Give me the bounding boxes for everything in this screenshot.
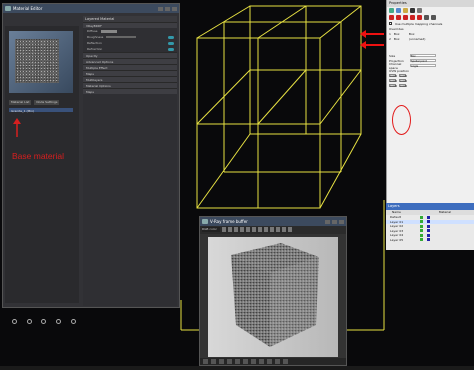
rendered-cube <box>231 243 319 347</box>
tab-material-list[interactable]: Material List <box>9 100 32 105</box>
window-controls[interactable] <box>158 6 177 11</box>
texture-icon[interactable] <box>403 8 408 13</box>
material-editor-title: Material Editor <box>13 6 43 11</box>
tool-icon[interactable] <box>431 15 436 20</box>
properties-title: Properties <box>387 0 474 7</box>
channel-select[interactable]: RGB color <box>202 227 220 232</box>
tab-node-settings[interactable]: Node Settings <box>34 100 60 105</box>
granite-cube-preview <box>15 39 59 83</box>
render-title: V-Ray frame buffer <box>210 219 248 224</box>
tool-icon[interactable] <box>417 15 422 20</box>
settings-icon[interactable] <box>417 8 422 13</box>
material-icon[interactable] <box>396 8 401 13</box>
tool-icon[interactable] <box>41 318 47 324</box>
red-arrow-icon <box>364 33 384 35</box>
properties-panel[interactable]: Properties Use multiple mapping channels… <box>386 0 474 203</box>
material-editor-window[interactable]: Material Editor Material List Node Setti… <box>2 3 180 324</box>
base-material-annotation: Base material <box>12 151 64 161</box>
multi-channel-checkbox[interactable] <box>389 22 392 25</box>
app-icon <box>202 219 208 224</box>
material-preview-panel: Material List Node Settings Granite_1 (M… <box>5 26 79 324</box>
material-editor-toolbar[interactable] <box>7 315 81 327</box>
layers-title: Layers <box>386 203 474 210</box>
object-icon[interactable] <box>410 8 415 13</box>
render-titlebar[interactable]: V-Ray frame buffer <box>200 217 346 226</box>
properties-toolbar[interactable] <box>387 7 474 14</box>
tool-icon[interactable] <box>56 318 62 324</box>
layers-panel[interactable]: Layers Name Material Default Layer 01 La… <box>386 203 474 250</box>
delete-icon[interactable] <box>389 15 394 20</box>
material-properties-panel[interactable]: Layered Material VRayBRDF Diffuse Roughn… <box>83 16 177 306</box>
red-arrow-icon <box>364 44 384 46</box>
tool-icon[interactable] <box>11 318 17 324</box>
tool-icon[interactable] <box>396 15 401 20</box>
material-editor-titlebar[interactable]: Material Editor <box>3 4 179 13</box>
red-arrow-head-icon <box>360 30 366 38</box>
highlight-circle <box>392 105 411 135</box>
toggle[interactable] <box>168 41 174 45</box>
red-arrow-icon <box>13 118 21 137</box>
slider[interactable] <box>106 36 137 38</box>
toggle[interactable] <box>168 35 174 39</box>
window-controls[interactable] <box>325 219 344 224</box>
properties-toolbar-2[interactable] <box>387 14 474 21</box>
render-statusbar[interactable] <box>200 358 346 365</box>
render-window[interactable]: V-Ray frame buffer RGB color <box>199 216 347 366</box>
tag-icon[interactable] <box>389 8 394 13</box>
status-bar <box>0 366 474 370</box>
red-arrow-head-icon <box>360 41 366 49</box>
render-canvas[interactable] <box>208 237 338 357</box>
material-node-item[interactable]: Granite_1 (Mix) <box>9 108 73 113</box>
app-icon <box>5 6 11 11</box>
tool-icon[interactable] <box>424 15 429 20</box>
color-swatch[interactable] <box>100 29 117 33</box>
value-row-3[interactable]: 0.000 0.000 <box>387 83 474 88</box>
toggle[interactable] <box>168 47 174 51</box>
tool-icon[interactable] <box>71 318 77 324</box>
tool-icon[interactable] <box>26 318 32 324</box>
render-toolbar[interactable]: RGB color <box>200 226 346 234</box>
material-preview <box>9 31 73 93</box>
tool-icon[interactable] <box>410 15 415 20</box>
layer-item[interactable]: Layer 05 <box>386 238 474 243</box>
tool-icon[interactable] <box>403 15 408 20</box>
